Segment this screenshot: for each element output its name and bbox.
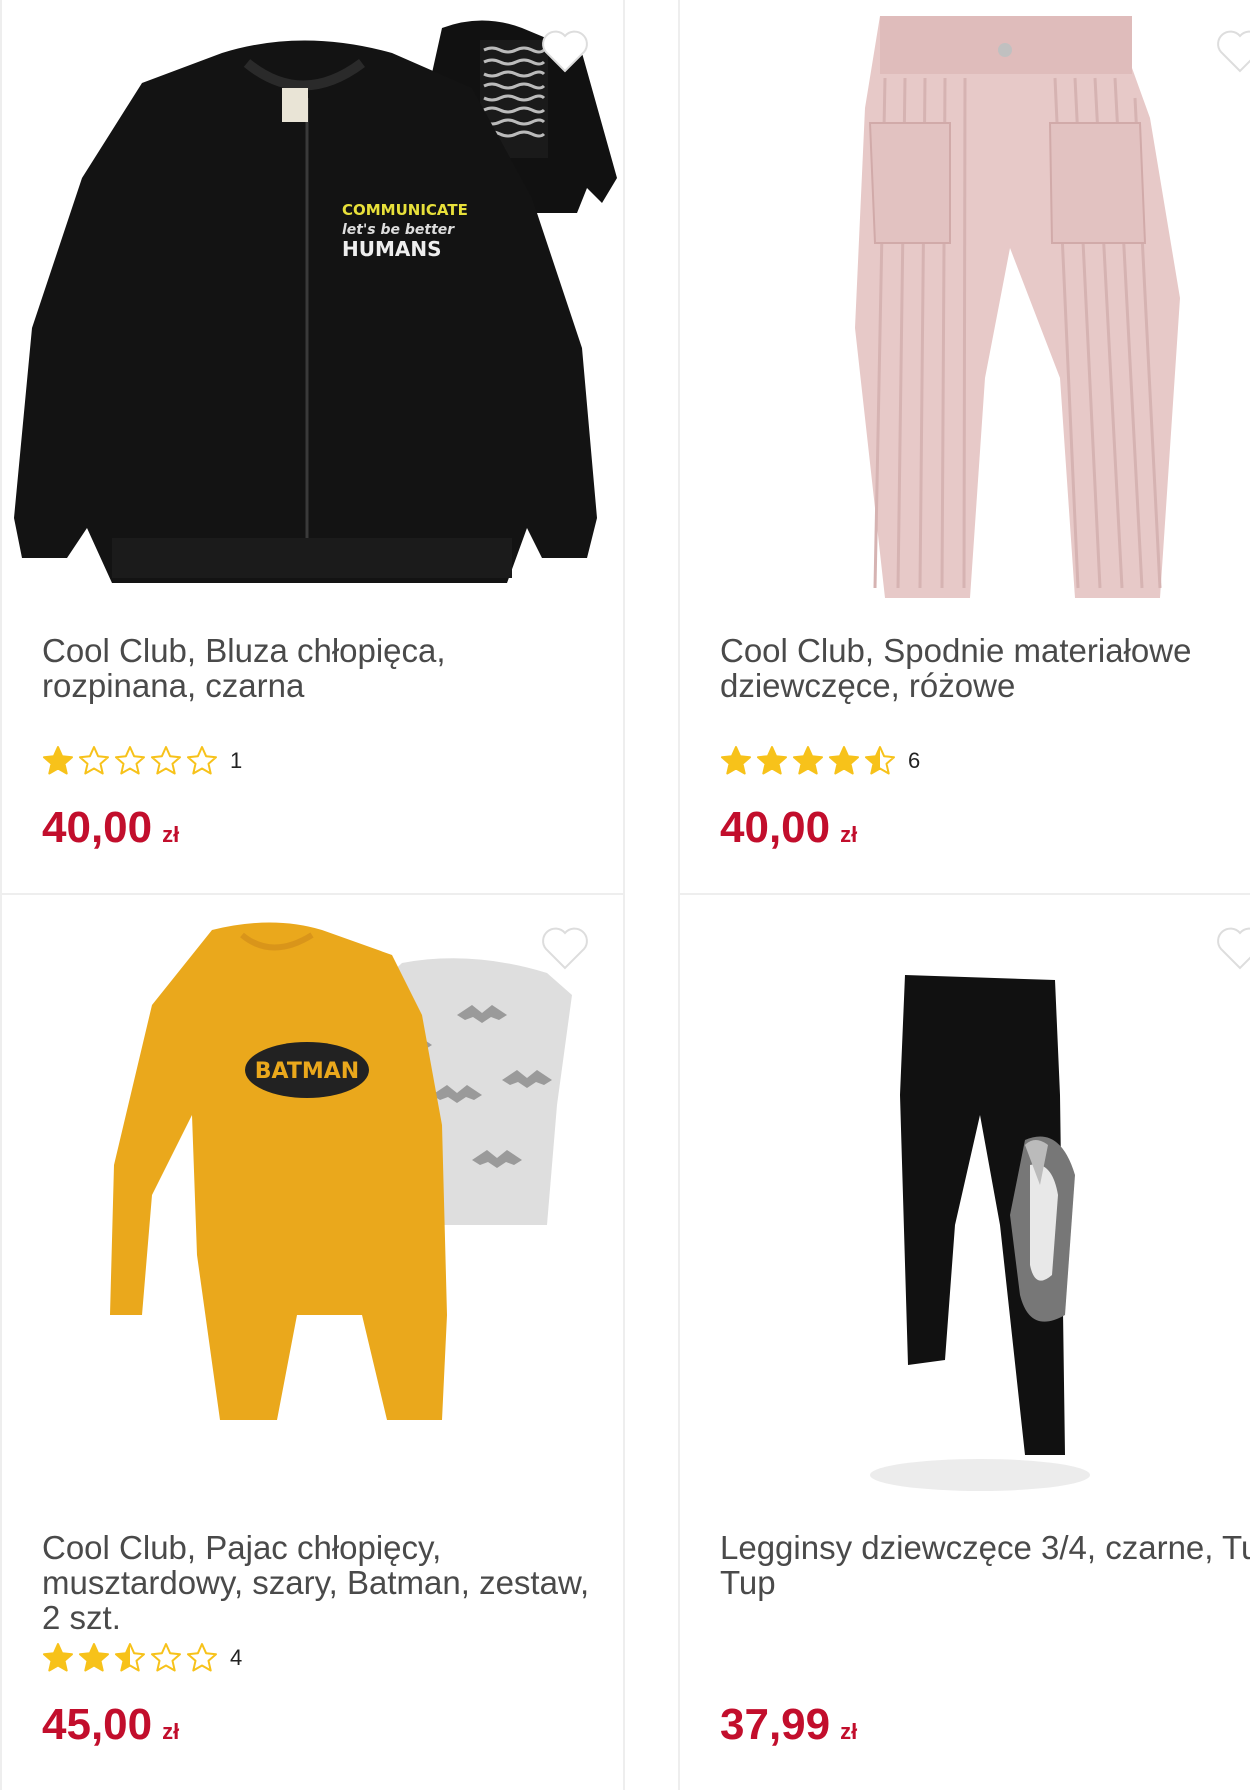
print-line-2: let's be better [342, 222, 455, 238]
review-count: 1 [230, 748, 243, 773]
product-grid: COMMUNICATE let's be better HUMANS Cool … [0, 0, 1250, 1790]
currency: zł [162, 1719, 180, 1744]
product-image[interactable]: BATMAN [2, 895, 623, 1505]
black-horse-leggings-image [870, 975, 1090, 1491]
favorite-heart-icon[interactable] [1215, 925, 1250, 971]
star-empty-icon [151, 746, 181, 775]
review-count: 4 [230, 1645, 243, 1670]
product-image[interactable] [680, 895, 1250, 1505]
print-line-1: COMMUNICATE [342, 201, 468, 219]
star-full-icon [79, 1643, 109, 1672]
star-empty-icon [115, 746, 145, 775]
price: 40,00 zł [42, 803, 179, 853]
mustard-romper: BATMAN [110, 922, 447, 1420]
product-title[interactable]: Legginsy dziewczęce 3/4, czarne, Tup Tup [720, 1530, 1250, 1600]
star-full-icon [721, 746, 751, 775]
product-card[interactable]: Cool Club, Spodnie materiałowe dziewczęc… [678, 0, 1250, 895]
rating-stars: 6 [720, 745, 920, 777]
currency: zł [840, 1719, 858, 1744]
product-card[interactable]: BATMAN Cool Club, Pajac chłopięcy, muszt… [0, 893, 625, 1790]
print-line-3: HUMANS [342, 237, 442, 261]
star-full-icon [757, 746, 787, 775]
star-full-icon [793, 746, 823, 775]
price-value: 40,00 [42, 803, 153, 852]
black-zip-sweatshirt-image: COMMUNICATE let's be better HUMANS [14, 20, 617, 583]
product-title[interactable]: Cool Club, Pajac chłopięcy, musztardowy,… [42, 1530, 602, 1635]
batman-print: BATMAN [255, 1059, 359, 1084]
star-full-icon [43, 746, 73, 775]
star-empty-icon [151, 1643, 181, 1672]
price: 37,99 zł [720, 1700, 857, 1750]
currency: zł [162, 822, 180, 847]
price: 45,00 zł [42, 1700, 179, 1750]
price: 40,00 zł [720, 803, 857, 853]
pink-corduroy-pants-image [855, 16, 1180, 598]
currency: zł [840, 822, 858, 847]
rating-stars: 4 [42, 1642, 242, 1674]
price-value: 45,00 [42, 1700, 153, 1749]
price-value: 37,99 [720, 1700, 831, 1749]
star-half-icon [865, 746, 895, 775]
price-value: 40,00 [720, 803, 831, 852]
star-empty-icon [187, 746, 217, 775]
product-image[interactable] [680, 0, 1250, 608]
rating-stars: 1 [42, 745, 242, 777]
star-full-icon [829, 746, 859, 775]
batman-romper-set-image: BATMAN [110, 922, 572, 1420]
product-title[interactable]: Cool Club, Bluza chłopięca, rozpinana, c… [42, 633, 602, 703]
star-full-icon [43, 1643, 73, 1672]
product-card[interactable]: Legginsy dziewczęce 3/4, czarne, Tup Tup… [678, 893, 1250, 1790]
favorite-heart-icon[interactable] [540, 925, 590, 971]
review-count: 6 [908, 748, 921, 773]
product-image[interactable]: COMMUNICATE let's be better HUMANS [2, 0, 623, 608]
favorite-heart-icon[interactable] [1215, 28, 1250, 74]
star-half-icon [115, 1643, 145, 1672]
product-card[interactable]: COMMUNICATE let's be better HUMANS Cool … [0, 0, 625, 895]
product-title[interactable]: Cool Club, Spodnie materiałowe dziewczęc… [720, 633, 1250, 703]
star-empty-icon [187, 1643, 217, 1672]
favorite-heart-icon[interactable] [540, 28, 590, 74]
star-empty-icon [79, 746, 109, 775]
